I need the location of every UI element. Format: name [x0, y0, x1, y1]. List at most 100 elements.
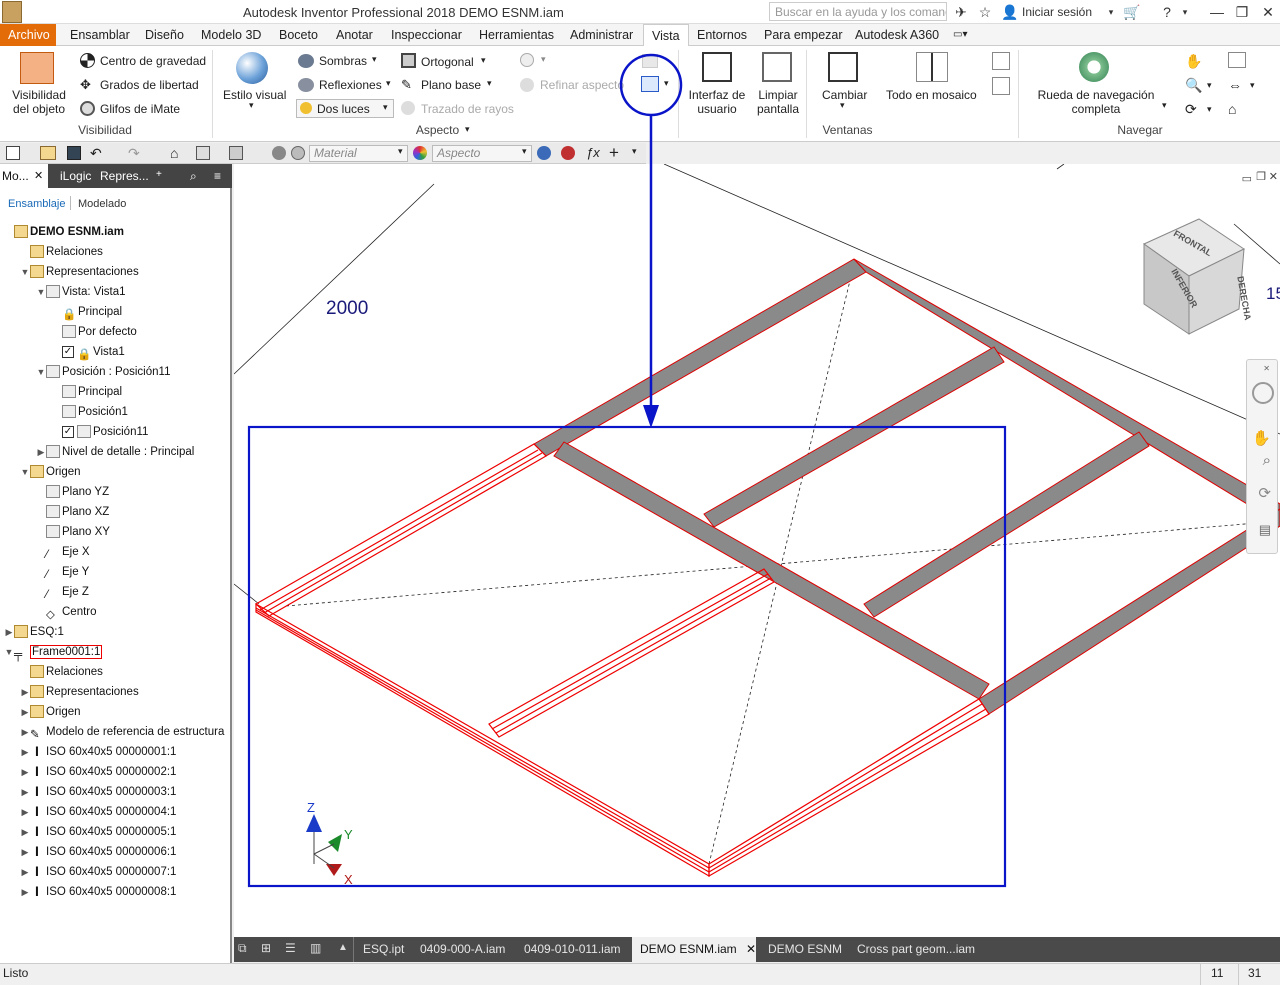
browser-menu-icon[interactable]: ≡	[214, 169, 221, 183]
tab-diseno[interactable]: Diseño	[137, 24, 192, 46]
tab-entornos[interactable]: Entornos	[689, 24, 755, 46]
doc-tab-0409-000[interactable]: 0409-000-A.iam	[420, 942, 505, 956]
tree-expander-icon[interactable]: ▼	[36, 362, 46, 382]
close-browser-tab-icon[interactable]: ✕	[34, 169, 43, 182]
look-at-icon[interactable]	[1228, 52, 1246, 68]
shadows-button[interactable]: Sombras	[319, 54, 367, 68]
browser-subtab-modelado[interactable]: Modelado	[78, 198, 126, 210]
orthographic-button[interactable]: Ortogonal	[421, 55, 474, 69]
tree-node[interactable]: ▼╤ Frame0001:1	[0, 642, 103, 662]
zoom-all-dropdown-icon[interactable]: ▾	[1250, 80, 1255, 91]
appearance-sphere-icon[interactable]	[272, 146, 286, 160]
half-section-icon[interactable]	[642, 54, 658, 68]
tree-node[interactable]: ▶ I ISO 60x40x5 00000004:1	[0, 802, 177, 822]
help-icon[interactable]: ?	[1158, 3, 1176, 21]
tree-expander-icon[interactable]: ▶	[20, 682, 30, 702]
adjust-icon[interactable]	[291, 146, 305, 160]
user-icon[interactable]: 👤	[1001, 3, 1019, 21]
graphics-viewport[interactable]: 2000 15 FRONTAL DERECHA INFERIOR Z Y X ▭…	[234, 164, 1280, 937]
doc-tab-esq[interactable]: ESQ.ipt	[363, 942, 404, 956]
tree-node[interactable]: Por defecto	[0, 322, 137, 342]
tree-expander-icon[interactable]: ▶	[20, 862, 30, 882]
tree-node[interactable]: ▼ Posición : Posición11	[0, 362, 170, 382]
tree-node[interactable]: Posición1	[0, 402, 128, 422]
tree-node[interactable]: ⁄ Eje Z	[0, 582, 89, 602]
tab-herramientas[interactable]: Herramientas	[471, 24, 562, 46]
ground-plane-dropdown-icon[interactable]: ▾	[487, 78, 492, 89]
new-file-icon[interactable]	[6, 146, 20, 160]
center-of-gravity-button[interactable]: Centro de gravedad	[100, 54, 206, 68]
browser-search-icon[interactable]: ⌕	[190, 169, 197, 184]
switch-window-dropdown-icon[interactable]: ▾	[840, 100, 845, 111]
tree-checkbox-icon[interactable]: ✓	[62, 425, 74, 438]
tree-expander-icon[interactable]: ▼	[20, 262, 30, 282]
doc-tab-0409-010[interactable]: 0409-010-011.iam	[524, 942, 621, 956]
tree-checkbox-icon[interactable]: ✓	[62, 345, 74, 358]
refine-appearance-button[interactable]: Refinar aspecto	[540, 78, 624, 92]
tree-expander-icon[interactable]: ▶	[20, 842, 30, 862]
tree-expander-icon[interactable]: ▶	[20, 782, 30, 802]
tree-node[interactable]: ▼ Origen	[0, 462, 81, 482]
tab-layout-vertical-icon[interactable]: ▥	[310, 941, 321, 955]
tree-node[interactable]: ▼ Vista: Vista1	[0, 282, 126, 302]
tab-list-up-icon[interactable]: ▲	[338, 942, 348, 953]
tree-node[interactable]: ▼ Representaciones	[0, 262, 139, 282]
tree-expander-icon[interactable]: ▶	[20, 742, 30, 762]
appearance-combo[interactable]: Aspecto	[432, 145, 532, 162]
navigation-wheel-dropdown-icon[interactable]: ▾	[1162, 100, 1167, 111]
tree-expander-icon[interactable]: ▶	[20, 702, 30, 722]
color-override-dropdown-icon[interactable]: ▾	[541, 54, 546, 65]
open-file-icon[interactable]	[40, 146, 56, 160]
signin-button[interactable]: Iniciar sesión	[1022, 5, 1092, 19]
viewport-restore-icon[interactable]: ❐	[1256, 170, 1266, 183]
doc-tab-demo-esnm[interactable]: DEMO ESNM	[768, 942, 842, 956]
lighting-dropdown-icon[interactable]: ▾	[383, 102, 388, 113]
aspecto-group-dropdown-icon[interactable]: ▾	[465, 124, 470, 135]
tree-node[interactable]: ▶ Nivel de detalle : Principal	[0, 442, 194, 462]
imate-glyphs-button[interactable]: Glifos de iMate	[100, 102, 180, 116]
degrees-of-freedom-button[interactable]: Grados de libertad	[100, 78, 199, 92]
tree-node[interactable]: ▶ I ISO 60x40x5 00000003:1	[0, 782, 177, 802]
tree-node[interactable]: ▶ I ISO 60x40x5 00000001:1	[0, 742, 177, 762]
tree-node[interactable]: ▶ ESQ:1	[0, 622, 64, 642]
orbit-dropdown-icon[interactable]: ▾	[1207, 104, 1212, 115]
clean-screen-button[interactable]: Limpiar pantalla	[755, 88, 801, 116]
pan-icon[interactable]: ✋	[1185, 52, 1203, 70]
help-dropdown-icon[interactable]: ▾	[1176, 3, 1194, 21]
ray-tracing-button[interactable]: Trazado de rayos	[421, 102, 514, 116]
qat-customize-icon[interactable]: ▾	[632, 146, 637, 157]
clear-appearance-icon[interactable]	[537, 146, 551, 160]
tree-node[interactable]: ▶ I ISO 60x40x5 00000007:1	[0, 862, 177, 882]
appearance-dropdown-icon[interactable]: ▾	[522, 146, 527, 157]
browser-add-tab-icon[interactable]: +	[156, 169, 162, 180]
undo-icon[interactable]: ↶	[90, 145, 102, 162]
browser-tab-model[interactable]: Mo...	[2, 169, 29, 183]
tab-vista[interactable]: Vista	[643, 24, 689, 46]
tab-para-empezar[interactable]: Para empezar	[756, 24, 851, 46]
tree-node[interactable]: ▶ I ISO 60x40x5 00000005:1	[0, 822, 177, 842]
section-view-icon[interactable]	[641, 76, 659, 92]
tree-node[interactable]: ▶ ✎ Modelo de referencia de estructura	[0, 722, 225, 742]
visual-style-dropdown-icon[interactable]: ▾	[249, 100, 254, 111]
tree-expander-icon[interactable]: ▶	[20, 882, 30, 902]
tile-all-button[interactable]: Todo en mosaico	[886, 88, 977, 102]
object-visibility-button[interactable]: Visibilidad del objeto	[8, 88, 70, 116]
navbar-lookat-icon[interactable]: ▤	[1259, 522, 1271, 538]
save-icon[interactable]	[67, 146, 81, 160]
tree-node[interactable]: ⁄ Eje Y	[0, 562, 89, 582]
tab-administrar[interactable]: Administrar	[562, 24, 641, 46]
model-canvas[interactable]: 2000 15 FRONTAL DERECHA INFERIOR Z Y X	[234, 164, 1280, 937]
reflections-button[interactable]: Reflexiones	[319, 78, 382, 92]
frame-beams-back[interactable]	[533, 258, 1280, 715]
tree-node[interactable]: ⁄ Eje X	[0, 542, 90, 562]
tab-overflow-icon[interactable]: ▭▾	[945, 24, 975, 46]
tab-inspeccionar[interactable]: Inspeccionar	[383, 24, 470, 46]
browser-tab-representations[interactable]: Repres...	[100, 169, 149, 183]
tree-node[interactable]: ◇ Centro	[0, 602, 97, 622]
tab-layout-tile-icon[interactable]: ⊞	[261, 941, 271, 955]
tree-node[interactable]: Plano XZ	[0, 502, 109, 522]
tree-expander-icon[interactable]: ▶	[20, 822, 30, 842]
doc-tab-close-icon[interactable]: ✕	[746, 942, 756, 956]
tree-node[interactable]: ✓ 🔒 Vista1	[0, 342, 125, 362]
browser-tab-ilogic[interactable]: iLogic	[60, 169, 91, 183]
